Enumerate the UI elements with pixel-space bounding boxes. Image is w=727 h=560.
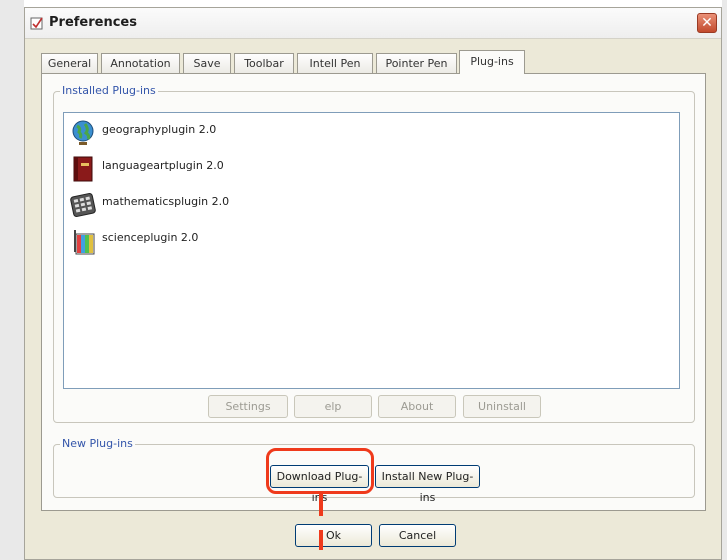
settings-button[interactable]: Settings: [208, 395, 288, 418]
close-button[interactable]: ✕: [697, 13, 717, 33]
window-title: Preferences: [49, 15, 137, 30]
plugin-label: mathematicsplugin 2.0: [102, 195, 230, 208]
plugin-label: languageartplugin 2.0: [102, 159, 224, 172]
download-highlight-callout: [266, 448, 374, 494]
plugin-label: geographyplugin 2.0: [102, 123, 217, 136]
tab-general[interactable]: General: [41, 53, 98, 73]
book-icon: [73, 156, 93, 182]
install-new-plugins-button[interactable]: Install New Plug-ins: [375, 465, 480, 504]
new-plugins-title: New Plug-ins: [60, 437, 135, 450]
callout-connector-top: [319, 494, 323, 516]
plugin-list[interactable]: geographyplugin 2.0 languageartplugin 2.…: [63, 112, 680, 389]
about-button[interactable]: About: [378, 395, 456, 418]
right-background: [722, 0, 727, 560]
plugin-languageart[interactable]: languageartplugin 2.0: [70, 153, 370, 187]
calculator-icon: [70, 192, 96, 218]
tab-pointer-pen[interactable]: Pointer Pen: [376, 53, 457, 73]
installed-plugins-title: Installed Plug-ins: [60, 84, 158, 97]
new-plugins-group: New Plug-ins: [53, 437, 695, 498]
cancel-button[interactable]: Cancel: [379, 524, 456, 547]
left-background: [0, 0, 24, 560]
globe-icon: [72, 120, 94, 145]
preferences-icon: [30, 17, 43, 30]
plugin-mathematics[interactable]: mathematicsplugin 2.0: [70, 189, 370, 223]
plugin-label: scienceplugin 2.0: [102, 231, 199, 244]
tab-save[interactable]: Save: [183, 53, 231, 73]
beaker-icon: [74, 230, 95, 255]
tab-annotation[interactable]: Annotation: [101, 53, 180, 73]
callout-connector-bottom: [319, 530, 323, 550]
help-button[interactable]: elp: [294, 395, 372, 418]
plugin-science[interactable]: scienceplugin 2.0: [70, 225, 370, 259]
ok-button[interactable]: Ok: [295, 524, 372, 547]
title-bar: Preferences ✕: [25, 8, 721, 39]
tab-intell-pen[interactable]: Intell Pen: [297, 53, 373, 73]
uninstall-button[interactable]: Uninstall: [463, 395, 541, 418]
plugin-geography[interactable]: geographyplugin 2.0: [70, 117, 370, 151]
tab-plug-ins[interactable]: Plug-ins: [459, 50, 525, 74]
tab-toolbar[interactable]: Toolbar: [234, 53, 294, 73]
